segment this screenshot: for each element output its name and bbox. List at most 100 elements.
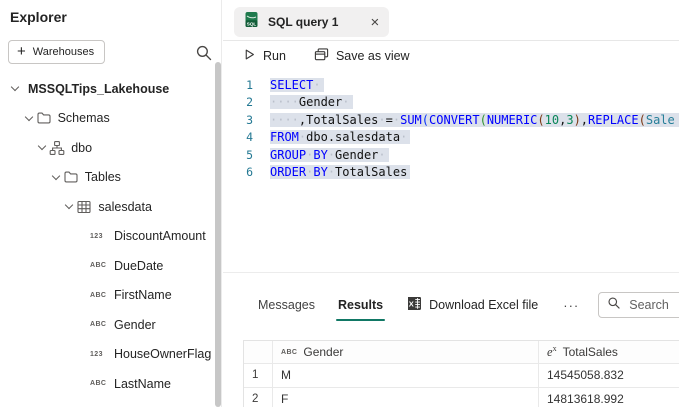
row-number-cell[interactable]: 2 bbox=[244, 388, 273, 407]
save-as-view-button[interactable]: Save as view bbox=[314, 47, 410, 65]
decimal-type-icon: ex bbox=[547, 344, 557, 360]
results-table: ABCGenderexTotalSales1M14545058.8322F148… bbox=[243, 340, 679, 407]
tab-close-icon[interactable]: × bbox=[370, 15, 379, 30]
excel-icon: X bbox=[407, 296, 422, 314]
download-excel-button[interactable]: X Download Excel file bbox=[407, 296, 538, 314]
table-cell[interactable]: M bbox=[273, 364, 539, 387]
code-line-6[interactable]: 6 ORDER·BY·TotalSales bbox=[223, 164, 679, 182]
tree-item-label: DiscountAmount bbox=[114, 229, 206, 243]
chevron-down-icon[interactable] bbox=[62, 205, 76, 208]
lakehouse-object-tree: MSSQLTips_Lakehouse Schemasdbo Tables sales… bbox=[0, 74, 221, 399]
chevron-down-icon[interactable] bbox=[49, 176, 63, 179]
row-number-cell[interactable]: 1 bbox=[244, 364, 273, 387]
tree-item-tables[interactable]: Tables bbox=[0, 163, 221, 193]
explorer-search-icon[interactable] bbox=[195, 44, 213, 62]
folder-icon bbox=[63, 169, 79, 185]
tree-item-dbo[interactable]: dbo bbox=[0, 133, 221, 163]
explorer-scrollbar[interactable] bbox=[215, 62, 221, 407]
code-line-text: ····,TotalSales·=·SUM(CONVERT(NUMERIC(10… bbox=[270, 113, 679, 127]
results-search-box[interactable] bbox=[598, 292, 679, 318]
text-type-icon: ABC bbox=[281, 349, 297, 356]
sql-file-icon: SQL bbox=[243, 11, 260, 33]
code-line-5[interactable]: 5 GROUP·BY·Gender· bbox=[223, 146, 679, 164]
tree-item-houseownerflag[interactable]: 123 HouseOwnerFlag bbox=[0, 340, 221, 370]
run-button-label: Run bbox=[263, 49, 286, 63]
numeric-type-icon: 123 bbox=[90, 351, 108, 358]
tree-item-mssqltips_lakehouse[interactable]: MSSQLTips_Lakehouse bbox=[0, 74, 221, 104]
results-toolbar: Messages Results X Download Excel file ·… bbox=[223, 288, 679, 322]
tree-item-label: salesdata bbox=[98, 200, 152, 214]
tree-item-label: FirstName bbox=[114, 288, 172, 302]
save-view-icon bbox=[314, 47, 329, 65]
code-line-text: ····Gender· bbox=[270, 95, 353, 109]
column-header-totalsales[interactable]: exTotalSales bbox=[539, 341, 679, 363]
code-line-3[interactable]: 3 ····,TotalSales·=·SUM(CONVERT(NUMERIC(1… bbox=[223, 111, 679, 129]
code-line-2[interactable]: 2····Gender· bbox=[223, 94, 679, 112]
line-number: 1 bbox=[223, 78, 253, 92]
tree-item-salesdata[interactable]: salesdata bbox=[0, 192, 221, 222]
table-cell[interactable]: 14545058.832 bbox=[539, 364, 679, 387]
table-cell[interactable]: F bbox=[273, 388, 539, 407]
tree-item-label: Tables bbox=[85, 170, 121, 184]
text-type-icon: ABC bbox=[90, 321, 108, 328]
tree-item-duedate[interactable]: ABC DueDate bbox=[0, 251, 221, 281]
chevron-down-icon[interactable] bbox=[8, 87, 22, 90]
line-number: 5 bbox=[223, 148, 253, 162]
code-line-text: SELECT· bbox=[270, 78, 324, 92]
table-row-1[interactable]: 1M14545058.832 bbox=[244, 364, 679, 388]
code-line-1[interactable]: 1 SELECT· bbox=[223, 76, 679, 94]
code-line-4[interactable]: 4 FROM·dbo.salesdata· bbox=[223, 129, 679, 147]
code-line-text: ORDER·BY·TotalSales bbox=[270, 165, 410, 179]
tab-title: SQL query 1 bbox=[268, 15, 338, 29]
results-divider bbox=[223, 272, 679, 273]
table-icon bbox=[76, 199, 92, 215]
tree-item-gender[interactable]: ABCGender bbox=[0, 310, 221, 340]
explorer-title: Explorer bbox=[10, 9, 67, 25]
tree-item-label: LastName bbox=[114, 377, 171, 391]
editor-tab-bar: SQL SQL query 1 × bbox=[223, 0, 679, 41]
code-line-text: FROM·dbo.salesdata· bbox=[270, 130, 410, 144]
column-header-gender[interactable]: ABC Gender bbox=[273, 341, 539, 363]
run-button[interactable]: Run bbox=[243, 48, 286, 64]
line-number: 3 bbox=[223, 113, 253, 127]
table-row-2[interactable]: 2F14813618.992 bbox=[244, 388, 679, 407]
folder-icon bbox=[36, 110, 52, 126]
text-type-icon: ABC bbox=[90, 262, 108, 269]
warehouses-button-label: Warehouses bbox=[33, 46, 94, 58]
more-options-button[interactable]: ··· bbox=[563, 298, 579, 313]
tab-sql-query-1[interactable]: SQL SQL query 1 × bbox=[234, 7, 389, 37]
svg-text:SQL: SQL bbox=[247, 22, 257, 27]
tab-results[interactable]: Results bbox=[338, 298, 383, 312]
tree-item-schemas[interactable]: Schemas bbox=[0, 104, 221, 134]
editor-area: SQL SQL query 1 × Run bbox=[223, 0, 679, 407]
table-corner-cell bbox=[244, 341, 273, 363]
table-header-row: ABC Gender exTotalSales bbox=[244, 341, 679, 364]
tree-item-label: HouseOwnerFlag bbox=[114, 347, 211, 361]
tab-messages[interactable]: Messages bbox=[258, 298, 315, 312]
text-type-icon: ABC bbox=[90, 380, 108, 387]
column-header-label: Gender bbox=[303, 345, 343, 359]
fabric-sql-editor-window: Explorer + Warehouses MSSQLTips_Lakehous… bbox=[0, 0, 679, 407]
chevron-down-icon[interactable] bbox=[35, 146, 49, 149]
tree-item-firstname[interactable]: ABC FirstName bbox=[0, 281, 221, 311]
numeric-type-icon: 123 bbox=[90, 233, 108, 240]
tree-item-label: DueDate bbox=[114, 259, 163, 273]
svg-text:X: X bbox=[409, 300, 414, 309]
plus-icon: + bbox=[17, 44, 26, 59]
schema-icon bbox=[49, 140, 65, 156]
tree-item-lastname[interactable]: ABC LastName bbox=[0, 369, 221, 399]
text-type-icon: ABC bbox=[90, 292, 108, 299]
query-toolbar: Run Save as view bbox=[223, 41, 679, 71]
code-line-text: GROUP·BY·Gender· bbox=[270, 148, 389, 162]
table-cell[interactable]: 14813618.992 bbox=[539, 388, 679, 407]
save-as-view-label: Save as view bbox=[336, 49, 410, 63]
chevron-down-icon[interactable] bbox=[22, 117, 36, 120]
results-search-input[interactable] bbox=[627, 297, 679, 313]
add-warehouses-button[interactable]: + Warehouses bbox=[8, 40, 105, 64]
line-number: 6 bbox=[223, 165, 253, 179]
line-number: 4 bbox=[223, 130, 253, 144]
tree-item-label: MSSQLTips_Lakehouse bbox=[28, 82, 169, 96]
tree-item-discountamount[interactable]: 123 DiscountAmount bbox=[0, 222, 221, 252]
sql-code-editor[interactable]: 1 SELECT· 2····Gender·3 ····,TotalSales·=·S… bbox=[223, 71, 679, 181]
search-icon bbox=[607, 296, 621, 315]
